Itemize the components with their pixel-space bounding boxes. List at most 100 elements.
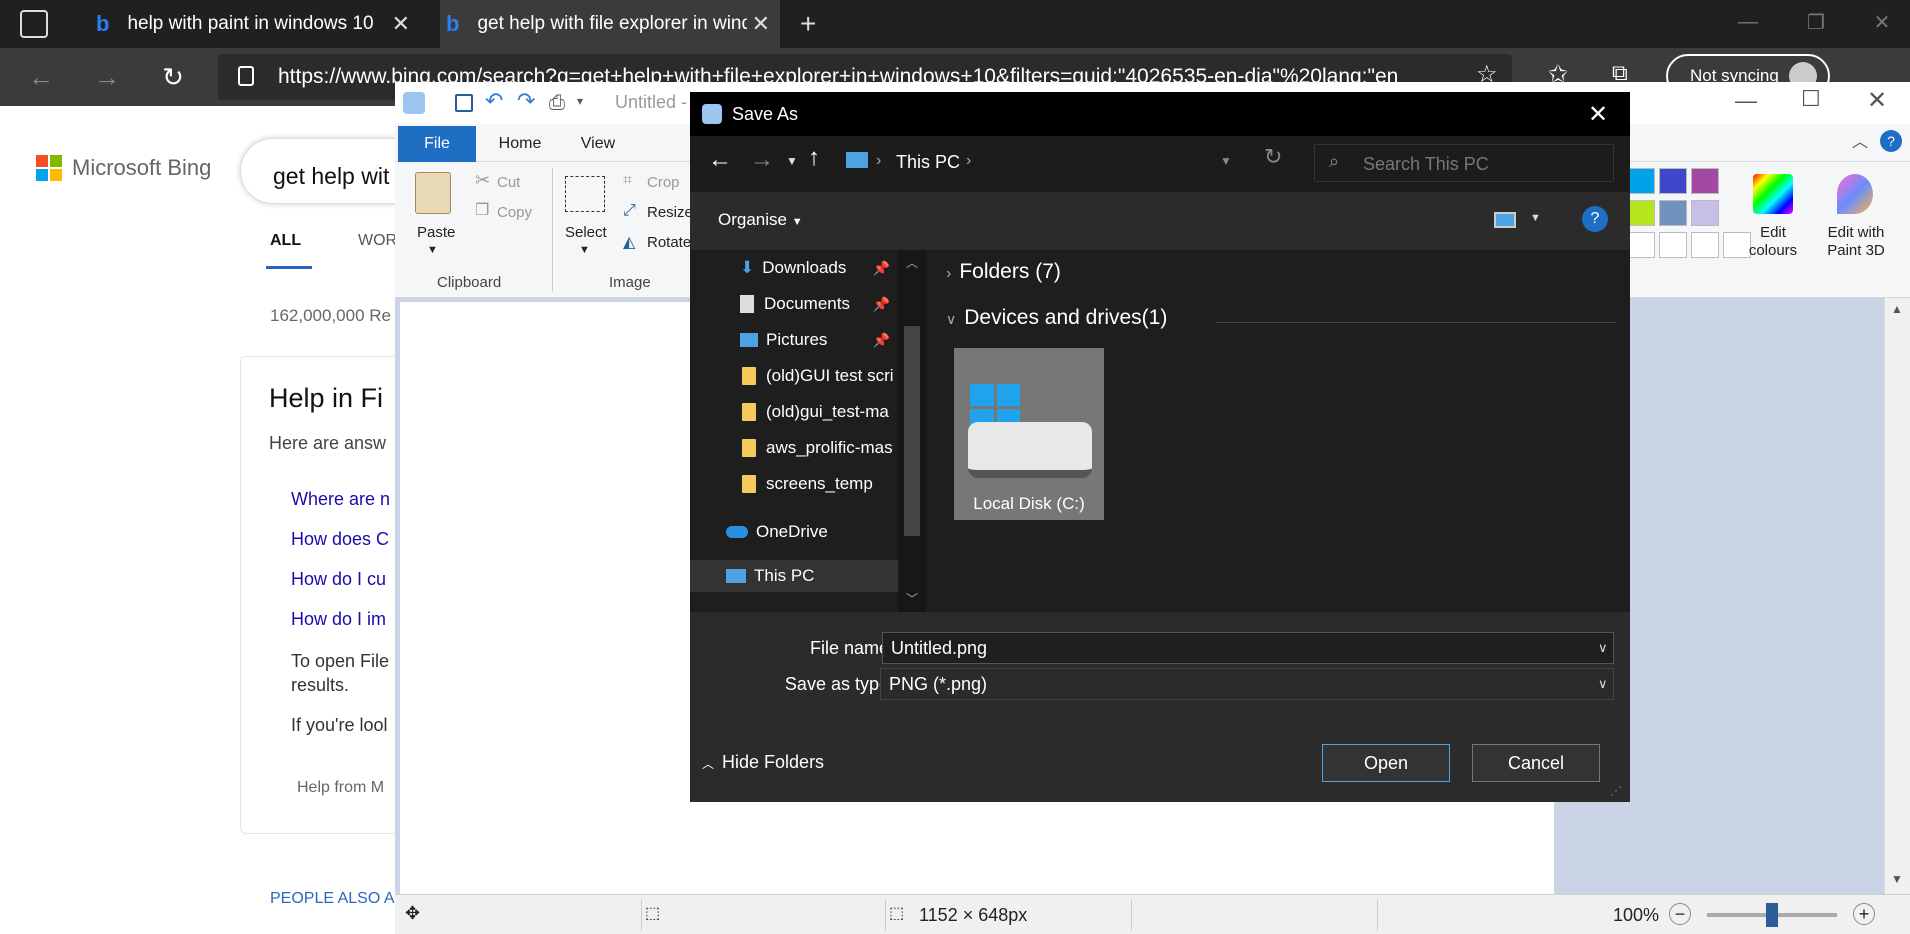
scroll-up-icon[interactable]: ▲ — [1891, 302, 1903, 316]
scroll-down-icon[interactable]: ﹀ — [906, 590, 918, 607]
folders-group-header[interactable]: › Folders (7) — [946, 260, 1061, 284]
breadcrumb-sep-icon[interactable]: › — [876, 152, 881, 170]
color-swatch[interactable] — [1691, 232, 1719, 258]
tab-all[interactable]: ALL — [270, 232, 301, 250]
save-type-select[interactable]: PNG (*.png) — [880, 668, 1614, 700]
color-swatch[interactable] — [1659, 232, 1687, 258]
back-icon[interactable]: ← — [16, 48, 66, 106]
change-view-icon[interactable] — [1494, 212, 1516, 228]
new-tab-icon[interactable]: + — [800, 8, 816, 40]
nav-up-icon[interactable]: ↑ — [808, 144, 820, 172]
nav-back-icon[interactable]: ← — [708, 146, 732, 174]
navigation-scrollbar[interactable]: ︿ ﹀ — [898, 250, 926, 612]
drive-item-local-disk[interactable]: Local Disk (C:) — [954, 348, 1104, 520]
tab-view[interactable]: View — [562, 126, 634, 162]
card-link[interactable]: How do I im — [291, 609, 386, 630]
resize-button[interactable]: Resize — [647, 204, 693, 221]
open-button[interactable]: Open — [1322, 744, 1450, 782]
file-name-input[interactable]: Untitled.png — [882, 632, 1614, 664]
search-box[interactable]: ⌕ Search This PC — [1314, 144, 1614, 182]
scroll-thumb[interactable] — [904, 326, 920, 536]
paste-button[interactable]: Paste — [417, 224, 455, 241]
card-link[interactable]: How does C — [291, 529, 389, 550]
browser-close-icon[interactable]: ✕ — [1852, 0, 1910, 44]
select-icon[interactable] — [565, 176, 605, 212]
breadcrumb-sep-icon[interactable]: › — [966, 152, 971, 170]
cut-button[interactable]: Cut — [497, 174, 520, 191]
tree-item-downloads[interactable]: ⬇ Downloads 📌 — [740, 254, 890, 282]
rotate-button[interactable]: Rotate — [647, 234, 691, 251]
close-tab-icon[interactable]: ✕ — [392, 11, 410, 37]
crop-button[interactable]: Crop — [647, 174, 680, 191]
copy-button[interactable]: Copy — [497, 204, 532, 221]
color-swatch[interactable] — [1691, 200, 1719, 226]
collapse-ribbon-icon[interactable]: ︿ — [1852, 128, 1868, 152]
organise-button[interactable]: Organise ▼ — [718, 210, 803, 230]
breadcrumb-this-pc[interactable]: This PC — [896, 152, 960, 173]
tree-item-documents[interactable]: Documents 📌 — [740, 290, 890, 318]
browser-tab-file-explorer-help[interactable]: b get help with file explorer in wind ✕ — [440, 0, 780, 48]
refresh-icon[interactable]: ↻ — [148, 48, 198, 106]
hide-folders-button[interactable]: ︿ Hide Folders — [702, 752, 824, 773]
tree-item-onedrive[interactable]: OneDrive — [726, 518, 886, 546]
color-swatch[interactable] — [1627, 168, 1655, 194]
address-dropdown-icon[interactable]: ▼ — [1220, 154, 1232, 168]
browser-restore-icon[interactable]: ❐ — [1786, 0, 1846, 44]
tree-item-folder[interactable]: (old)GUI test scri — [742, 362, 898, 390]
tree-item-folder[interactable]: screens_temp — [742, 470, 898, 498]
color-swatch[interactable] — [1659, 168, 1687, 194]
paint-close-icon[interactable]: ✕ — [1867, 86, 1887, 115]
print-icon[interactable]: ⎙ — [549, 92, 565, 115]
undo-icon[interactable]: ↶ — [485, 88, 503, 114]
tree-item-folder[interactable]: aws_prolific-mas — [742, 434, 898, 462]
lock-icon[interactable] — [238, 66, 254, 86]
cancel-button[interactable]: Cancel — [1472, 744, 1600, 782]
color-swatch[interactable] — [1627, 232, 1655, 258]
zoom-in-icon[interactable]: + — [1853, 903, 1875, 925]
view-options-dropdown-icon[interactable]: ▼ — [1530, 212, 1541, 224]
select-dropdown-icon[interactable]: ▼ — [579, 244, 590, 256]
help-from-link[interactable]: Help from M — [297, 779, 384, 797]
tab-home[interactable]: Home — [482, 126, 558, 162]
forward-icon[interactable]: → — [82, 48, 132, 106]
select-button[interactable]: Select — [565, 224, 607, 241]
color-swatch[interactable] — [1659, 200, 1687, 226]
nav-forward-icon[interactable]: → — [750, 146, 774, 174]
paste-icon[interactable] — [415, 172, 451, 214]
paint-maximize-icon[interactable]: ☐ — [1801, 86, 1821, 112]
tree-item-this-pc[interactable]: This PC — [690, 560, 898, 592]
redo-icon[interactable]: ↷ — [517, 88, 535, 114]
paste-dropdown-icon[interactable]: ▼ — [427, 244, 438, 256]
resize-grip-icon[interactable]: ⋰ — [1610, 784, 1622, 798]
paint-app-icon[interactable] — [403, 92, 425, 114]
tab-actions-icon[interactable] — [20, 10, 48, 38]
browser-tab-paint-help[interactable]: b help with paint in windows 10 - B ✕ — [90, 0, 420, 48]
recent-locations-icon[interactable]: ▼ — [786, 154, 798, 168]
scroll-up-icon[interactable]: ︿ — [906, 254, 918, 271]
card-link[interactable]: How do I cu — [291, 569, 386, 590]
close-tab-icon[interactable]: ✕ — [752, 11, 770, 37]
edit-with-paint-3d-button[interactable]: Edit with Paint 3D — [1815, 224, 1897, 260]
edit-colours-button[interactable]: Edit colours — [1739, 224, 1807, 260]
file-name-dropdown-icon[interactable]: ∨ — [1598, 640, 1608, 656]
scroll-down-icon[interactable]: ▼ — [1891, 872, 1903, 886]
tree-item-pictures[interactable]: Pictures 📌 — [740, 326, 890, 354]
tree-item-folder[interactable]: (old)gui_test-ma — [742, 398, 898, 426]
color-swatch[interactable] — [1627, 200, 1655, 226]
zoom-slider-thumb[interactable] — [1766, 903, 1778, 927]
dialog-close-icon[interactable]: ✕ — [1588, 100, 1608, 129]
color-swatch[interactable] — [1691, 168, 1719, 194]
dialog-help-icon[interactable]: ? — [1582, 206, 1608, 232]
card-link[interactable]: Where are n — [291, 489, 390, 510]
vertical-scrollbar[interactable]: ▲ ▼ — [1884, 298, 1910, 894]
help-icon[interactable]: ? — [1880, 130, 1902, 152]
refresh-icon[interactable]: ↻ — [1264, 144, 1282, 170]
browser-minimize-icon[interactable]: — — [1718, 0, 1778, 44]
bing-logo[interactable]: Microsoft Bing — [36, 155, 211, 181]
tab-work[interactable]: WOR — [358, 232, 397, 250]
zoom-out-icon[interactable]: − — [1669, 903, 1691, 925]
paint-minimize-icon[interactable]: — — [1735, 88, 1757, 114]
qat-dropdown-icon[interactable]: ▾ — [577, 94, 583, 108]
save-type-dropdown-icon[interactable]: ∨ — [1598, 676, 1608, 692]
save-icon[interactable] — [455, 94, 473, 112]
